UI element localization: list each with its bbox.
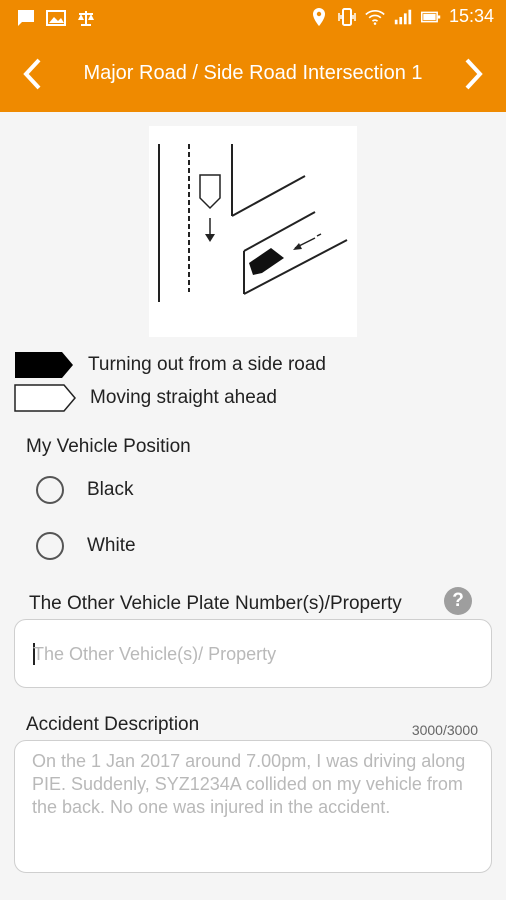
legend-item-black: Turning out from a side road <box>14 351 326 379</box>
message-icon <box>18 10 34 26</box>
clock: 15:34 <box>448 6 494 26</box>
intersection-drawing <box>158 144 348 302</box>
signal-icon <box>394 9 412 24</box>
app-bar: Major Road / Side Road Intersection 1 <box>0 36 506 112</box>
image-icon <box>46 10 66 26</box>
radio-option-white[interactable]: White <box>36 532 136 560</box>
radio-button[interactable] <box>36 532 64 560</box>
chevron-right-icon <box>465 58 483 90</box>
legend-label: Turning out from a side road <box>88 354 326 375</box>
black-vehicle-shape <box>249 248 284 275</box>
next-button[interactable] <box>456 56 492 92</box>
accident-description-label: Accident Description <box>26 714 200 735</box>
accident-description-input[interactable] <box>32 750 482 860</box>
status-bar: 15:34 <box>0 0 506 36</box>
battery-icon <box>420 11 441 22</box>
radio-button[interactable] <box>36 476 64 504</box>
legend-label: Moving straight ahead <box>90 387 277 408</box>
help-icon[interactable]: ? <box>444 587 472 615</box>
other-vehicle-label: The Other Vehicle Plate Number(s)/Proper… <box>29 593 402 614</box>
chevron-left-icon <box>23 58 41 90</box>
character-counter: 3000/3000 <box>411 722 478 738</box>
vibrate-icon <box>338 7 356 26</box>
vehicle-position-label: My Vehicle Position <box>26 436 191 457</box>
scale-icon <box>78 11 94 26</box>
page-title: Major Road / Side Road Intersection 1 <box>83 62 423 84</box>
radio-label: White <box>87 535 136 556</box>
location-icon <box>312 7 325 26</box>
white-arrow-icon <box>14 384 76 412</box>
other-vehicle-field[interactable] <box>14 619 492 688</box>
intersection-diagram <box>149 126 357 337</box>
accident-description-field[interactable] <box>14 740 492 873</box>
white-vehicle-shape <box>199 174 221 210</box>
black-arrow-icon <box>15 352 73 378</box>
previous-button[interactable] <box>14 56 50 92</box>
wifi-icon <box>365 9 385 25</box>
other-vehicle-input[interactable] <box>33 644 473 665</box>
radio-option-black[interactable]: Black <box>36 476 133 504</box>
radio-label: Black <box>87 479 134 500</box>
legend-item-white: Moving straight ahead <box>14 384 277 412</box>
